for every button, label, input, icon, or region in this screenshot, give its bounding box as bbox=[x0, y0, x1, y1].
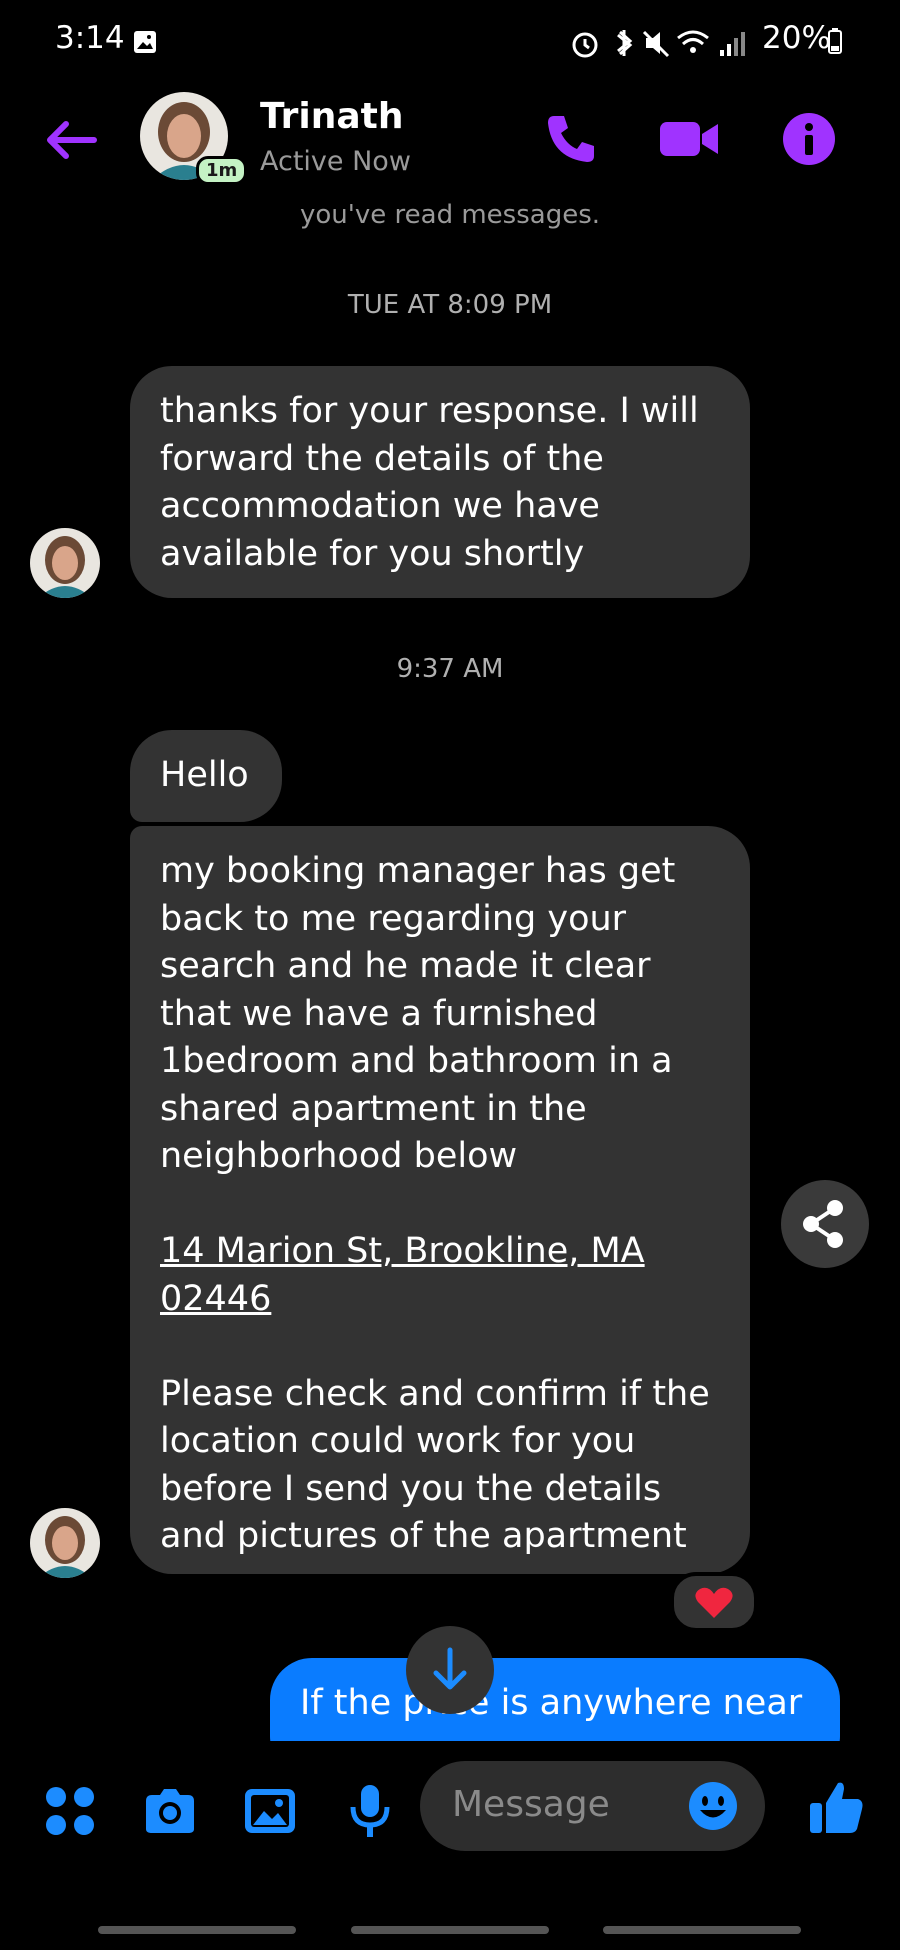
battery-icon bbox=[828, 28, 842, 54]
share-button[interactable] bbox=[781, 1180, 869, 1268]
message-input[interactable]: Message bbox=[420, 1761, 765, 1851]
info-icon[interactable] bbox=[778, 108, 840, 170]
video-call-icon[interactable] bbox=[658, 108, 720, 170]
nav-back[interactable] bbox=[603, 1926, 801, 1934]
message-text: thanks for your response. I will forward… bbox=[160, 391, 699, 574]
message-placeholder: Message bbox=[452, 1784, 610, 1825]
timestamp: TUE AT 8:09 PM bbox=[347, 290, 553, 320]
battery-percent: 20% bbox=[762, 20, 831, 56]
wifi-icon bbox=[677, 30, 709, 53]
status-bar: 3:14 20% bbox=[0, 0, 900, 86]
read-receipt-note: you've read messages. bbox=[299, 200, 601, 230]
message-text: Hello bbox=[160, 755, 249, 795]
camera-icon[interactable] bbox=[142, 1783, 198, 1839]
apps-grid-icon[interactable] bbox=[42, 1783, 98, 1839]
contact-name[interactable]: Trinath bbox=[260, 96, 403, 137]
heart-icon bbox=[695, 1587, 733, 1618]
bluetooth-icon bbox=[617, 30, 633, 56]
scroll-to-bottom-button[interactable] bbox=[406, 1626, 494, 1714]
reaction-badge[interactable] bbox=[670, 1572, 758, 1632]
contact-status: Active Now bbox=[260, 146, 411, 177]
message-text: If the price is anywhere near bbox=[300, 1683, 803, 1723]
alarm-icon bbox=[572, 32, 598, 58]
phone-call-icon[interactable] bbox=[540, 108, 602, 170]
timestamp: 9:37 AM bbox=[396, 654, 504, 684]
gallery-icon[interactable] bbox=[242, 1783, 298, 1839]
message-bubble[interactable]: thanks for your response. I will forward… bbox=[130, 366, 750, 598]
share-icon bbox=[803, 1200, 843, 1248]
back-arrow-icon[interactable] bbox=[42, 118, 98, 162]
message-text: Please check and confirm if the location… bbox=[160, 1373, 710, 1557]
emoji-icon[interactable] bbox=[688, 1781, 738, 1831]
nav-recents[interactable] bbox=[98, 1926, 296, 1934]
status-icons bbox=[572, 30, 745, 58]
thumbs-up-icon[interactable] bbox=[806, 1777, 866, 1837]
message-thread[interactable]: you've read messages. TUE AT 8:09 PM tha… bbox=[0, 196, 900, 1741]
gallery-notification-icon bbox=[134, 31, 156, 53]
message-bubble[interactable]: Hello bbox=[130, 730, 282, 822]
arrow-down-icon bbox=[433, 1647, 467, 1690]
sender-avatar[interactable] bbox=[30, 528, 100, 598]
message-text: my booking manager has get back to me re… bbox=[160, 851, 676, 1176]
status-time: 3:14 bbox=[55, 20, 125, 56]
signal-icon bbox=[720, 32, 745, 56]
message-composer: Message bbox=[0, 1741, 900, 1871]
address-link[interactable]: 14 Marion St, Brookline, MA 02446 bbox=[160, 1231, 645, 1319]
outgoing-message-bubble[interactable]: If the price is anywhere near bbox=[270, 1658, 840, 1741]
chat-header: 1m Trinath Active Now bbox=[0, 86, 900, 196]
message-bubble[interactable]: my booking manager has get back to me re… bbox=[130, 826, 750, 1574]
nav-home[interactable] bbox=[351, 1926, 549, 1934]
active-badge: 1m bbox=[196, 156, 248, 185]
sender-avatar[interactable] bbox=[30, 1508, 100, 1578]
microphone-icon[interactable] bbox=[342, 1783, 398, 1839]
mute-icon bbox=[642, 30, 670, 58]
system-navigation-bar bbox=[0, 1920, 900, 1950]
